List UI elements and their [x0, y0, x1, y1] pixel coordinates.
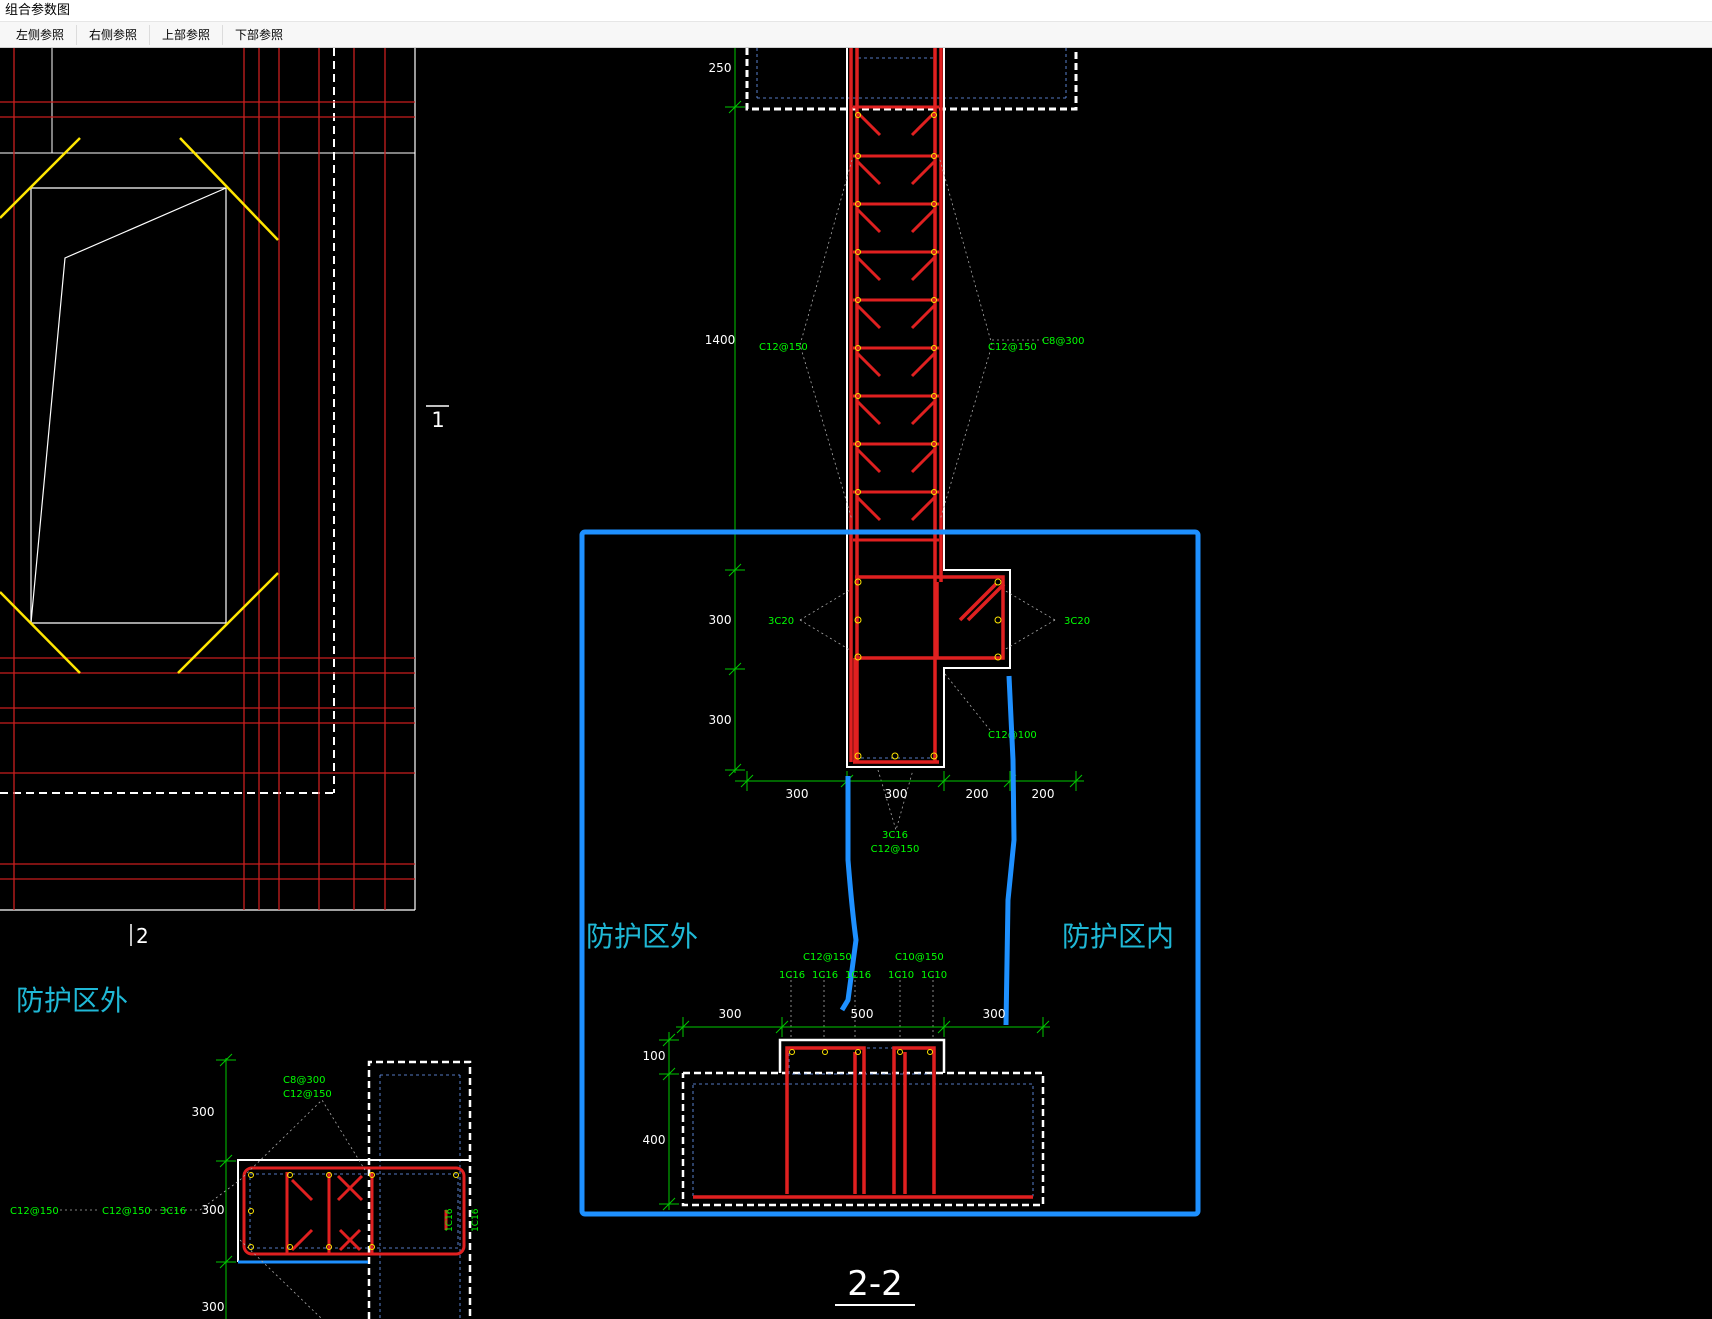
dim-1400: 1400: [705, 333, 736, 347]
app-window: 组合参数图 左侧参照 右侧参照 上部参照 下部参照 1 2 防护区外 300 3…: [0, 0, 1712, 1319]
dim-300-b: 300: [709, 713, 732, 727]
dim-base-100: 100: [643, 1049, 666, 1063]
section-mark-1: 1: [431, 408, 444, 432]
base-bar-1: 1C16: [779, 970, 805, 981]
dim-h-300-a: 300: [786, 787, 809, 801]
base-bar-5: 1C10: [921, 970, 947, 981]
dim-h-200-a: 200: [966, 787, 989, 801]
left-reference-button[interactable]: 左侧参照: [4, 24, 78, 45]
bottom-stirrup-label: C12@150: [871, 844, 920, 855]
dim-h-300-b: 300: [885, 787, 908, 801]
plan-side-bar-1: 1C16: [445, 1208, 455, 1232]
section-title: 2-2: [847, 1264, 903, 1304]
wall-tie-label: C8@300: [1042, 336, 1084, 347]
right-reference-button[interactable]: 右侧参照: [77, 24, 151, 45]
dim-250: 250: [709, 61, 732, 75]
zone-outside-label: 防护区外: [586, 920, 698, 953]
dim-b-300-a: 300: [719, 1007, 742, 1021]
plan-side-bar-2: 1C16: [471, 1208, 481, 1232]
thick-left-label: 3C20: [768, 616, 794, 627]
thick-right-label: 3C20: [1064, 616, 1090, 627]
dim-h-200-b: 200: [1032, 787, 1055, 801]
section-mark-2: 2: [136, 924, 149, 948]
wall-right-rebar-label: C12@150: [988, 342, 1037, 353]
dim-300-a: 300: [709, 613, 732, 627]
bottom-reference-button[interactable]: 下部参照: [223, 25, 295, 45]
plan-left-stirrup-label: C12@150: [102, 1206, 151, 1217]
plan-bars-label: 3C16: [160, 1206, 186, 1217]
plan-stirrup-label: C12@150: [283, 1089, 332, 1100]
base-bar-3: 1C16: [845, 970, 871, 981]
base-bar-2: 1C16: [812, 970, 838, 981]
top-reference-button[interactable]: 上部参照: [150, 24, 224, 45]
plan-left-chain-label: C12@150: [10, 1206, 59, 1217]
window-title: 组合参数图: [0, 0, 1712, 22]
zone-inside-label: 防护区内: [1062, 920, 1174, 953]
left-zone-label: 防护区外: [16, 984, 128, 1017]
plan-dim-2: 300: [202, 1203, 225, 1217]
base-stirrup-left-label: C12@150: [803, 952, 852, 963]
dim-base-400: 400: [643, 1133, 666, 1147]
cad-drawing-canvas[interactable]: 1 2 防护区外 300 300 300 C8@300 C12@150 C12@…: [0, 48, 1712, 1319]
base-bar-4: 1C10: [888, 970, 914, 981]
reference-toolbar: 左侧参照 右侧参照 上部参照 下部参照: [0, 22, 1712, 48]
dim-b-500: 500: [851, 1007, 874, 1021]
plan-dim-3: 300: [202, 1300, 225, 1314]
plan-dim-1: 300: [192, 1105, 215, 1119]
dim-b-300-b: 300: [983, 1007, 1006, 1021]
bottom-bar-label: 3C16: [882, 830, 908, 841]
base-stirrup-right-label: C10@150: [895, 952, 944, 963]
wall-left-rebar-label: C12@150: [759, 342, 808, 353]
plan-tie-label: C8@300: [283, 1075, 325, 1086]
